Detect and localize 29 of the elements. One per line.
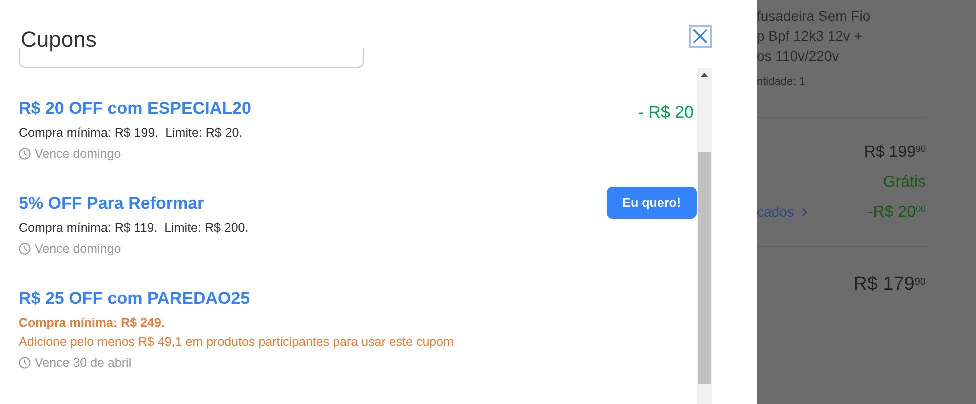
clock-icon [19, 243, 31, 255]
clock-icon [19, 357, 31, 369]
coupon-condition: Compra mínima: R$ 119. Limite: R$ 200. [19, 220, 250, 237]
modal-title: Cupons [21, 26, 97, 54]
scrollbar[interactable] [697, 68, 712, 404]
coupon-expiry: Vence domingo [35, 146, 122, 162]
coupon-condition: Compra mínima: R$ 249. [19, 315, 166, 332]
total-price: R$ 179$^{90}$ [854, 272, 926, 296]
discount-amount: - R$ 20 [638, 102, 694, 124]
close-button[interactable] [689, 25, 712, 48]
coupon-title: R$ 25 OFF com PAREDAO25 [19, 288, 252, 310]
quantity-label: ntidade: 1 [757, 75, 806, 90]
summary-value: R$ 199$^{90}$ [864, 142, 926, 162]
coupon-condition: Compra mínima: R$ 199. Limite: R$ 20. [19, 125, 244, 142]
coupon-title: 5% OFF Para Reformar [19, 193, 206, 215]
clock-icon [19, 148, 31, 160]
product-title: p Bpf 12k3 12v + [757, 27, 864, 46]
summary-value: Grátis [883, 172, 926, 192]
coupon-expiry: Vence domingo [35, 241, 122, 257]
close-icon [693, 29, 708, 44]
apply-coupon-button[interactable]: Eu quero! [606, 187, 697, 219]
summary-value: -R$ 20$^{00}$ [868, 202, 926, 222]
coupon-expiry: Vence 30 de abril [35, 355, 132, 371]
product-title: fusadeira Sem Fio [757, 7, 872, 26]
coupon-condition: Adicione pelo menos R$ 49,1 em produtos participantes para usar este cupom [19, 334, 455, 351]
product-title: os 110v/220v [757, 47, 840, 66]
scroll-up-icon[interactable] [701, 73, 708, 77]
coupon-title: R$ 20 OFF com ESPECIAL20 [19, 98, 252, 120]
chevron-right-icon [802, 208, 808, 217]
